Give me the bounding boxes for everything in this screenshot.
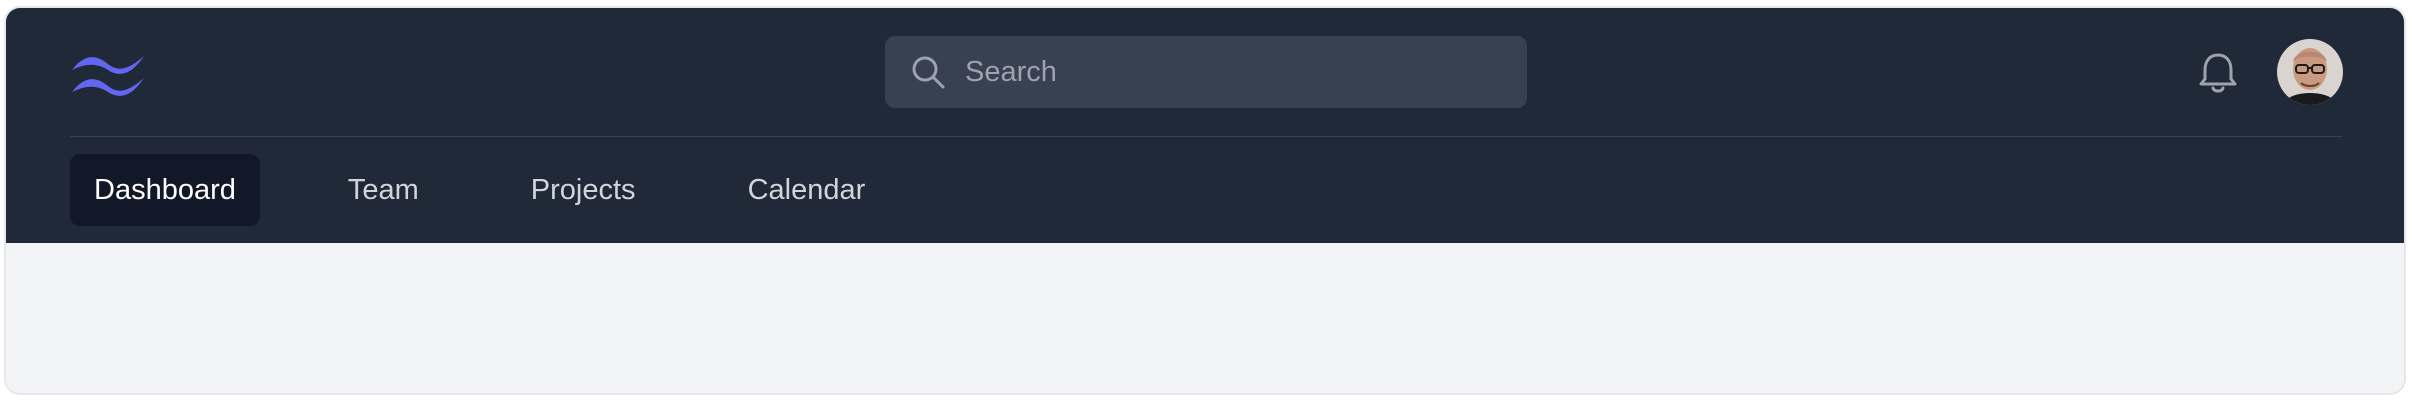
top-navbar: Dashboard Team Projects Calendar: [6, 8, 2404, 243]
bell-icon[interactable]: [2196, 50, 2240, 96]
tab-calendar[interactable]: Calendar: [724, 154, 890, 226]
tab-team[interactable]: Team: [324, 154, 443, 226]
user-avatar[interactable]: [2277, 39, 2343, 105]
app-window: Dashboard Team Projects Calendar: [6, 8, 2404, 393]
page-content-area: [6, 243, 2404, 393]
tab-dashboard[interactable]: Dashboard: [70, 154, 260, 226]
search-input[interactable]: [965, 36, 1505, 108]
avatar-portrait-icon: [2277, 39, 2343, 105]
logo-icon[interactable]: [70, 48, 148, 108]
tab-projects[interactable]: Projects: [507, 154, 660, 226]
search-icon: [912, 56, 945, 89]
main-nav-tabs: Dashboard Team Projects Calendar: [70, 154, 889, 226]
header-divider: [70, 136, 2342, 137]
search-box[interactable]: [885, 36, 1527, 108]
